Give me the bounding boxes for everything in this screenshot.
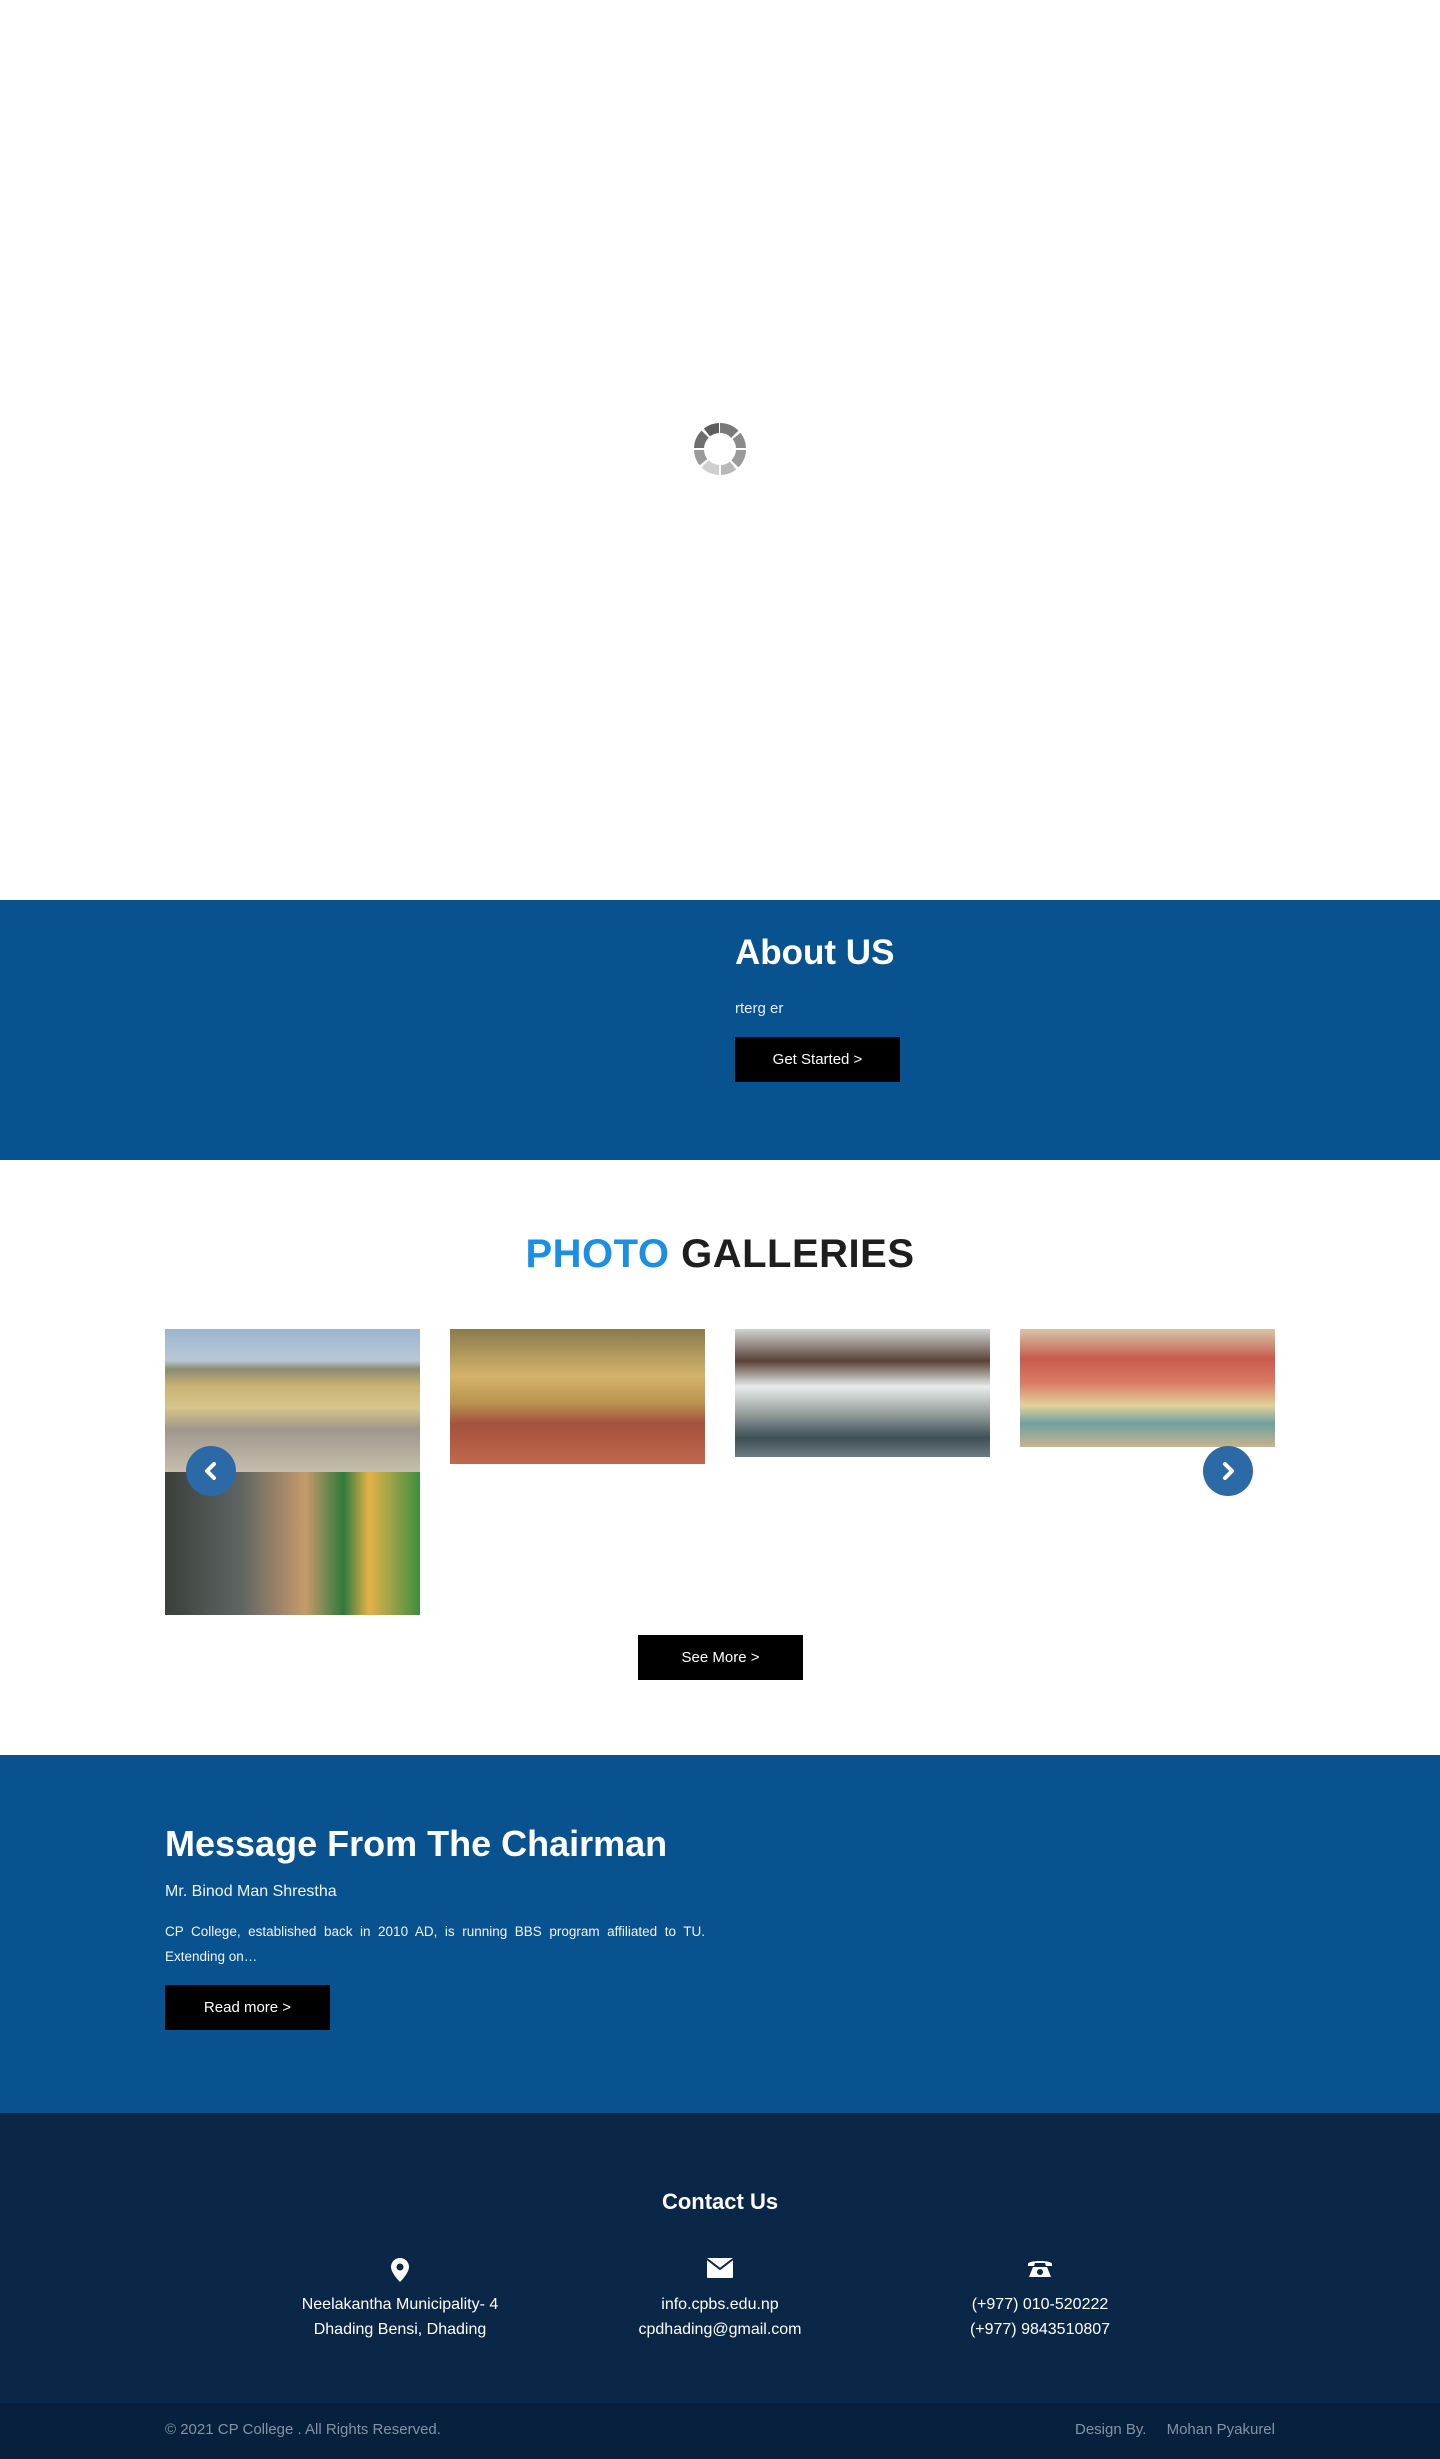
chairman-name: Mr. Binod Man Shrestha bbox=[165, 1883, 337, 1900]
chairman-content: Message From The Chairman Mr. Binod Man … bbox=[165, 1823, 705, 2030]
design-label: Design By. bbox=[1075, 2421, 1147, 2438]
chairman-message: CP College, established back in 2010 AD,… bbox=[165, 1924, 705, 1964]
chevron-left-icon bbox=[205, 1462, 216, 1480]
gallery-title-highlight: PHOTO bbox=[525, 1232, 670, 1276]
contact-section: Contact Us Neelakantha Municipality- 4 D… bbox=[0, 2113, 1440, 2403]
envelope-icon bbox=[570, 2258, 870, 2288]
about-title: About US bbox=[735, 933, 895, 972]
gallery-photo-building-model[interactable] bbox=[1020, 1329, 1275, 1447]
design-credit: Design By. Mohan Pyakurel bbox=[1059, 2421, 1275, 2438]
contact-email: info.cpbs.edu.np cpdhading@gmail.com bbox=[570, 2258, 870, 2342]
phone-landline[interactable]: (+977) 010-520222 bbox=[890, 2292, 1190, 2317]
about-section: About US rterg er Get Started > bbox=[0, 900, 1440, 1160]
gallery-next-button[interactable] bbox=[1203, 1446, 1253, 1496]
read-more-button[interactable]: Read more > bbox=[165, 1985, 330, 2030]
chairman-message-section: Message From The Chairman Mr. Binod Man … bbox=[0, 1755, 1440, 2113]
gallery-prev-button[interactable] bbox=[186, 1446, 236, 1496]
gallery-title: PHOTO GALLERIES bbox=[0, 1232, 1440, 1277]
phone-icon bbox=[890, 2258, 1190, 2288]
get-started-button[interactable]: Get Started > bbox=[735, 1036, 900, 1082]
copyright-text: © 2021 CP College . All Rights Reserved. bbox=[165, 2421, 441, 2438]
chairman-title: Message From The Chairman bbox=[165, 1823, 668, 1864]
photo-gallery-section: PHOTO GALLERIES See More > bbox=[0, 1160, 1440, 1755]
gallery-title-rest: GALLERIES bbox=[681, 1232, 915, 1276]
chevron-right-icon bbox=[1223, 1462, 1234, 1480]
footer-bar: © 2021 CP College . All Rights Reserved.… bbox=[0, 2403, 1440, 2459]
see-more-button[interactable]: See More > bbox=[638, 1635, 803, 1680]
phone-mobile[interactable]: (+977) 9843510807 bbox=[890, 2317, 1190, 2342]
about-text: rterg er bbox=[735, 999, 784, 1017]
about-content: About US rterg er Get Started > bbox=[735, 930, 1295, 1082]
map-marker-icon bbox=[250, 2258, 550, 2288]
loading-spinner-icon bbox=[694, 422, 746, 475]
gallery-photo-courtyard[interactable] bbox=[450, 1329, 705, 1464]
gallery-photo-science-lab[interactable] bbox=[735, 1329, 990, 1457]
contact-phone: (+977) 010-520222 (+977) 9843510807 bbox=[890, 2258, 1190, 2342]
email-primary[interactable]: info.cpbs.edu.np bbox=[570, 2292, 870, 2317]
address-line-2: Dhading Bensi, Dhading bbox=[313, 2321, 487, 2338]
contact-title: Contact Us bbox=[661, 2189, 779, 2214]
email-secondary[interactable]: cpdhading@gmail.com bbox=[570, 2317, 870, 2342]
hero-section bbox=[0, 0, 1440, 900]
contact-address: Neelakantha Municipality- 4 Dhading Bens… bbox=[250, 2258, 550, 2342]
address-line-1: Neelakantha Municipality- 4 bbox=[301, 2296, 499, 2313]
designer-name[interactable]: Mohan Pyakurel bbox=[1167, 2421, 1275, 2438]
